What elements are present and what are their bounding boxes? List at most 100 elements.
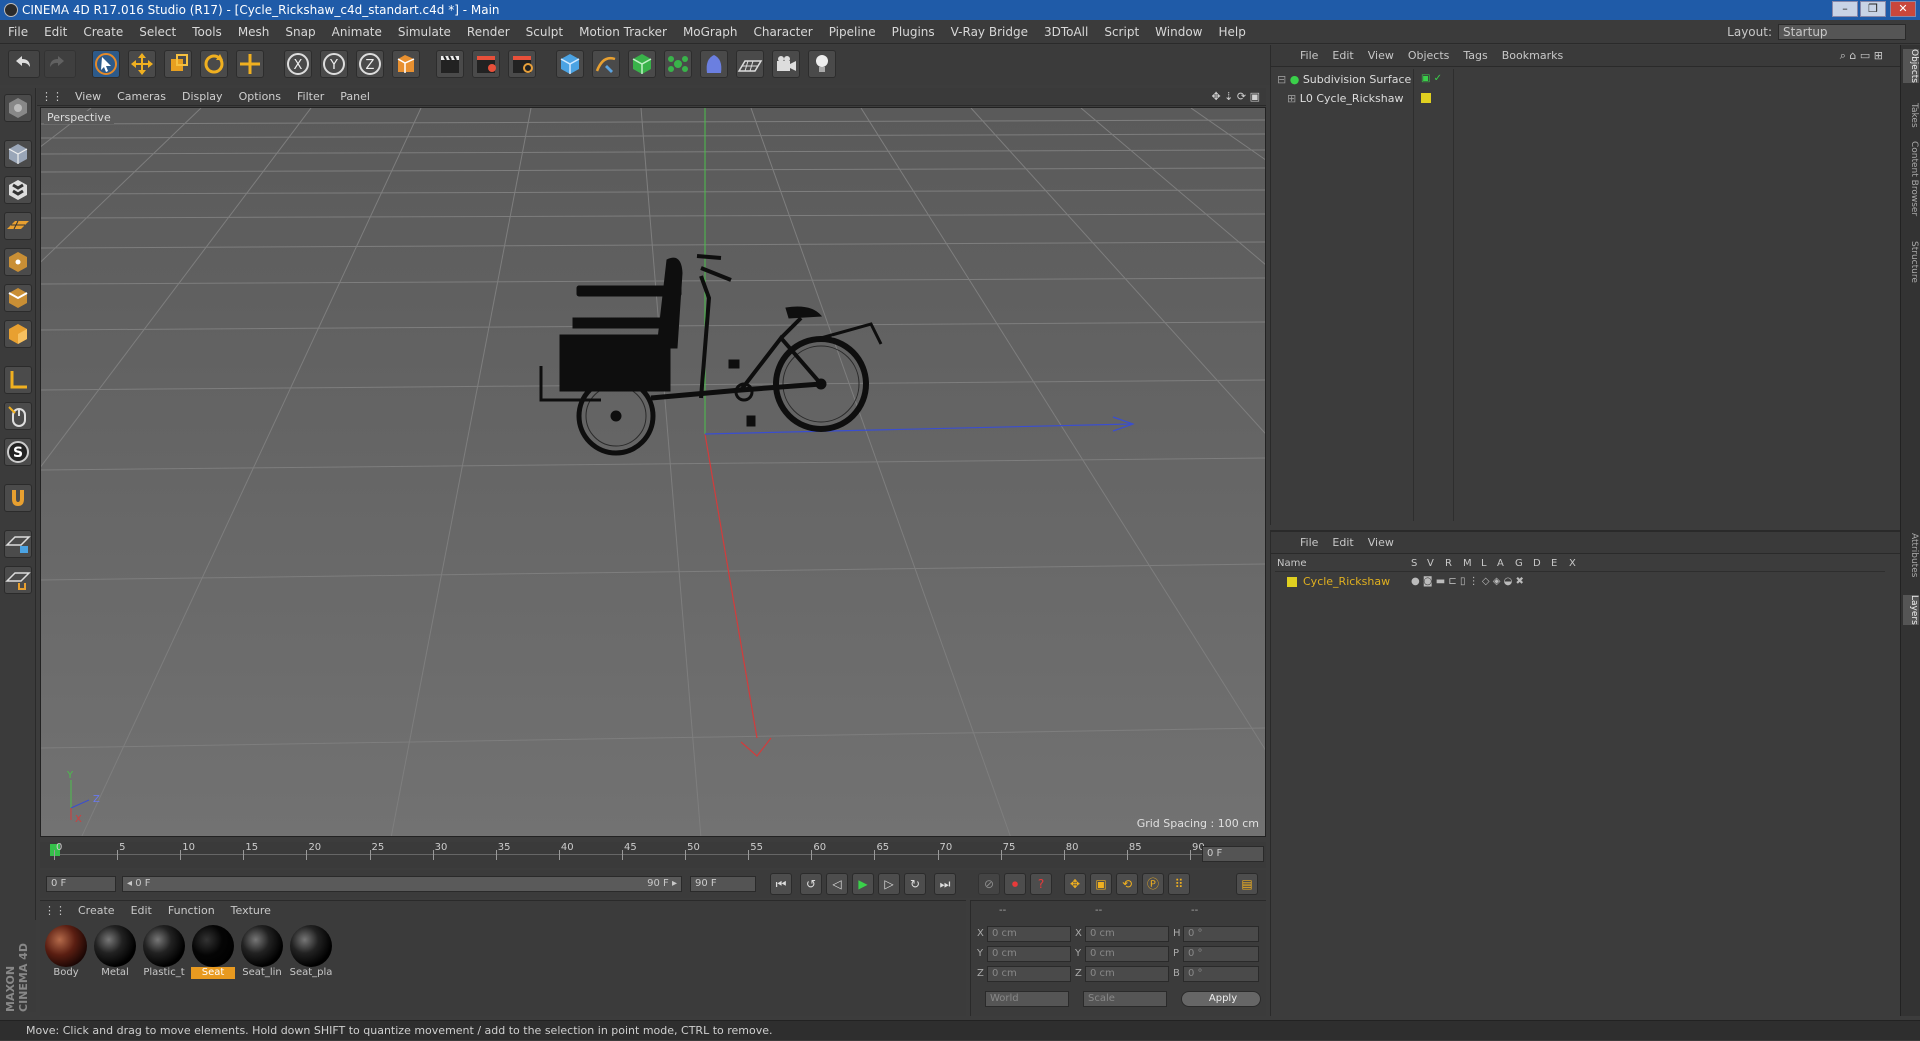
go-to-end-button[interactable]: ⏭ [934, 873, 956, 895]
planar-workplane-button[interactable] [4, 566, 32, 594]
z-axis-lock-button[interactable]: Z [356, 50, 384, 78]
size-z-field[interactable]: 0 cm [1085, 966, 1169, 982]
rotation-p-field[interactable]: 0 ° [1183, 946, 1259, 962]
magnet-tool-button[interactable] [4, 484, 32, 512]
end-frame-field[interactable]: 90 F [690, 876, 756, 892]
current-frame-field[interactable]: 0 F [1202, 846, 1264, 862]
add-subdivision-button[interactable] [628, 50, 656, 78]
range-slider[interactable]: ◂ 0 F 90 F ▸ [122, 876, 682, 892]
viewport-menu-panel[interactable]: Panel [332, 88, 378, 106]
menu-simulate[interactable]: Simulate [390, 20, 459, 44]
add-cube-button[interactable] [556, 50, 584, 78]
next-frame-button[interactable]: ▷ [878, 873, 900, 895]
object-menu-view[interactable]: View [1361, 45, 1401, 67]
layer-menu-view[interactable]: View [1361, 532, 1401, 554]
material-swatch[interactable]: Metal [93, 925, 137, 979]
size-y-field[interactable]: 0 cm [1085, 946, 1169, 962]
menu-window[interactable]: Window [1147, 20, 1210, 44]
key-pla-button[interactable]: ⠿ [1168, 873, 1190, 895]
add-spline-button[interactable] [592, 50, 620, 78]
layer-color-swatch[interactable] [1287, 577, 1297, 587]
visibility-check-icon[interactable]: ▣ ✓ [1421, 73, 1442, 84]
menu-motion-tracker[interactable]: Motion Tracker [571, 20, 675, 44]
viewport-camera-label[interactable]: Perspective [44, 111, 114, 124]
object-menu-tags[interactable]: Tags [1456, 45, 1494, 67]
model-mode-button[interactable] [4, 140, 32, 168]
menu-select[interactable]: Select [131, 20, 184, 44]
tab-content-browser[interactable]: Content Browser [1903, 141, 1919, 216]
viewport-menu-display[interactable]: Display [174, 88, 231, 106]
close-button[interactable]: ✕ [1890, 1, 1916, 17]
menu-plugins[interactable]: Plugins [884, 20, 943, 44]
tab-structure[interactable]: Structure [1903, 241, 1919, 283]
menu-3dtoall[interactable]: 3DToAll [1036, 20, 1096, 44]
material-menu-function[interactable]: Function [160, 901, 223, 921]
redo-button[interactable] [44, 50, 76, 78]
x-axis-lock-button[interactable]: X [284, 50, 312, 78]
object-menu-bookmarks[interactable]: Bookmarks [1495, 45, 1570, 67]
menu-pipeline[interactable]: Pipeline [821, 20, 884, 44]
position-x-field[interactable]: 0 cm [987, 926, 1071, 942]
size-mode-dropdown[interactable]: Scale [1083, 991, 1167, 1007]
autokeying-button[interactable]: ? [1030, 873, 1052, 895]
object-manager-search-icon[interactable]: ⌕ ⌂ ▭ ⊞ [1833, 45, 1890, 67]
tab-attributes[interactable]: Attributes [1903, 533, 1919, 577]
tab-layers[interactable]: Layers [1903, 595, 1919, 625]
render-to-picture-viewer-button[interactable] [472, 50, 500, 78]
menu-file[interactable]: File [0, 20, 36, 44]
menu-tools[interactable]: Tools [184, 20, 230, 44]
object-row-cycle-rickshaw[interactable]: ⊞ L0 Cycle_Rickshaw [1287, 90, 1403, 108]
position-z-field[interactable]: 0 cm [987, 966, 1071, 982]
tree-expand-icon[interactable]: ⊞ [1287, 92, 1296, 105]
move-tool-button[interactable] [128, 50, 156, 78]
viewport-menu-view[interactable]: View [67, 88, 109, 106]
layer-color-swatch[interactable] [1421, 93, 1431, 103]
live-selection-button[interactable] [92, 50, 120, 78]
menu-sculpt[interactable]: Sculpt [518, 20, 571, 44]
y-axis-lock-button[interactable]: Y [320, 50, 348, 78]
add-camera-button[interactable] [772, 50, 800, 78]
material-swatch-selected[interactable]: Seat [191, 925, 235, 979]
tree-collapse-icon[interactable]: ⊟ [1277, 73, 1286, 86]
viewport-navigation-icons[interactable]: ✥ ⇣ ⟳ ▣ [1211, 88, 1260, 106]
menu-help[interactable]: Help [1210, 20, 1253, 44]
menu-script[interactable]: Script [1096, 20, 1147, 44]
material-menu-edit[interactable]: Edit [123, 901, 160, 921]
add-deformer-button[interactable] [700, 50, 728, 78]
workplane-mode-button[interactable] [4, 212, 32, 240]
timeline-ruler[interactable]: 0 5 10 15 20 25 30 35 40 45 50 55 60 65 70 75 80 85 90 0 F [40, 842, 1266, 868]
key-position-button[interactable]: ✥ [1064, 873, 1086, 895]
viewport-menu-filter[interactable]: Filter [289, 88, 332, 106]
apply-button[interactable]: Apply [1181, 991, 1261, 1007]
tab-takes[interactable]: Takes [1903, 103, 1919, 128]
start-frame-field[interactable]: 0 F [46, 876, 116, 892]
add-light-button[interactable] [808, 50, 836, 78]
material-menu-texture[interactable]: Texture [223, 901, 279, 921]
menu-create[interactable]: Create [75, 20, 131, 44]
scale-tool-button[interactable] [164, 50, 192, 78]
object-menu-edit[interactable]: Edit [1325, 45, 1360, 67]
key-parameter-button[interactable]: Ⓟ [1142, 873, 1164, 895]
material-swatch[interactable]: Plastic_t [142, 925, 186, 979]
layout-dropdown[interactable]: Startup [1778, 24, 1906, 40]
rotation-b-field[interactable]: 0 ° [1183, 966, 1259, 982]
menu-mograph[interactable]: MoGraph [675, 20, 746, 44]
key-rotation-button[interactable]: ⟲ [1116, 873, 1138, 895]
timeline-layout-button[interactable]: ▤ [1236, 873, 1258, 895]
size-x-field[interactable]: 0 cm [1085, 926, 1169, 942]
snapping-button[interactable]: S [4, 438, 32, 466]
coordinate-system-button[interactable] [392, 50, 420, 78]
previous-key-button[interactable]: ↺ [800, 873, 822, 895]
previous-frame-button[interactable]: ◁ [826, 873, 848, 895]
go-to-start-button[interactable]: ⏮ [770, 873, 792, 895]
rotation-h-field[interactable]: 0 ° [1183, 926, 1259, 942]
object-row-subdivision-surface[interactable]: ⊟ ● Subdivision Surface [1277, 71, 1411, 89]
key-scale-button[interactable]: ▣ [1090, 873, 1112, 895]
render-view-button[interactable] [436, 50, 464, 78]
menu-animate[interactable]: Animate [324, 20, 390, 44]
record-active-objects-button[interactable]: ⏺ [1004, 873, 1026, 895]
keyframe-selection-button[interactable]: ⊘ [978, 873, 1000, 895]
rotate-tool-button[interactable] [200, 50, 228, 78]
render-settings-button[interactable] [508, 50, 536, 78]
minimize-button[interactable]: – [1832, 1, 1858, 17]
